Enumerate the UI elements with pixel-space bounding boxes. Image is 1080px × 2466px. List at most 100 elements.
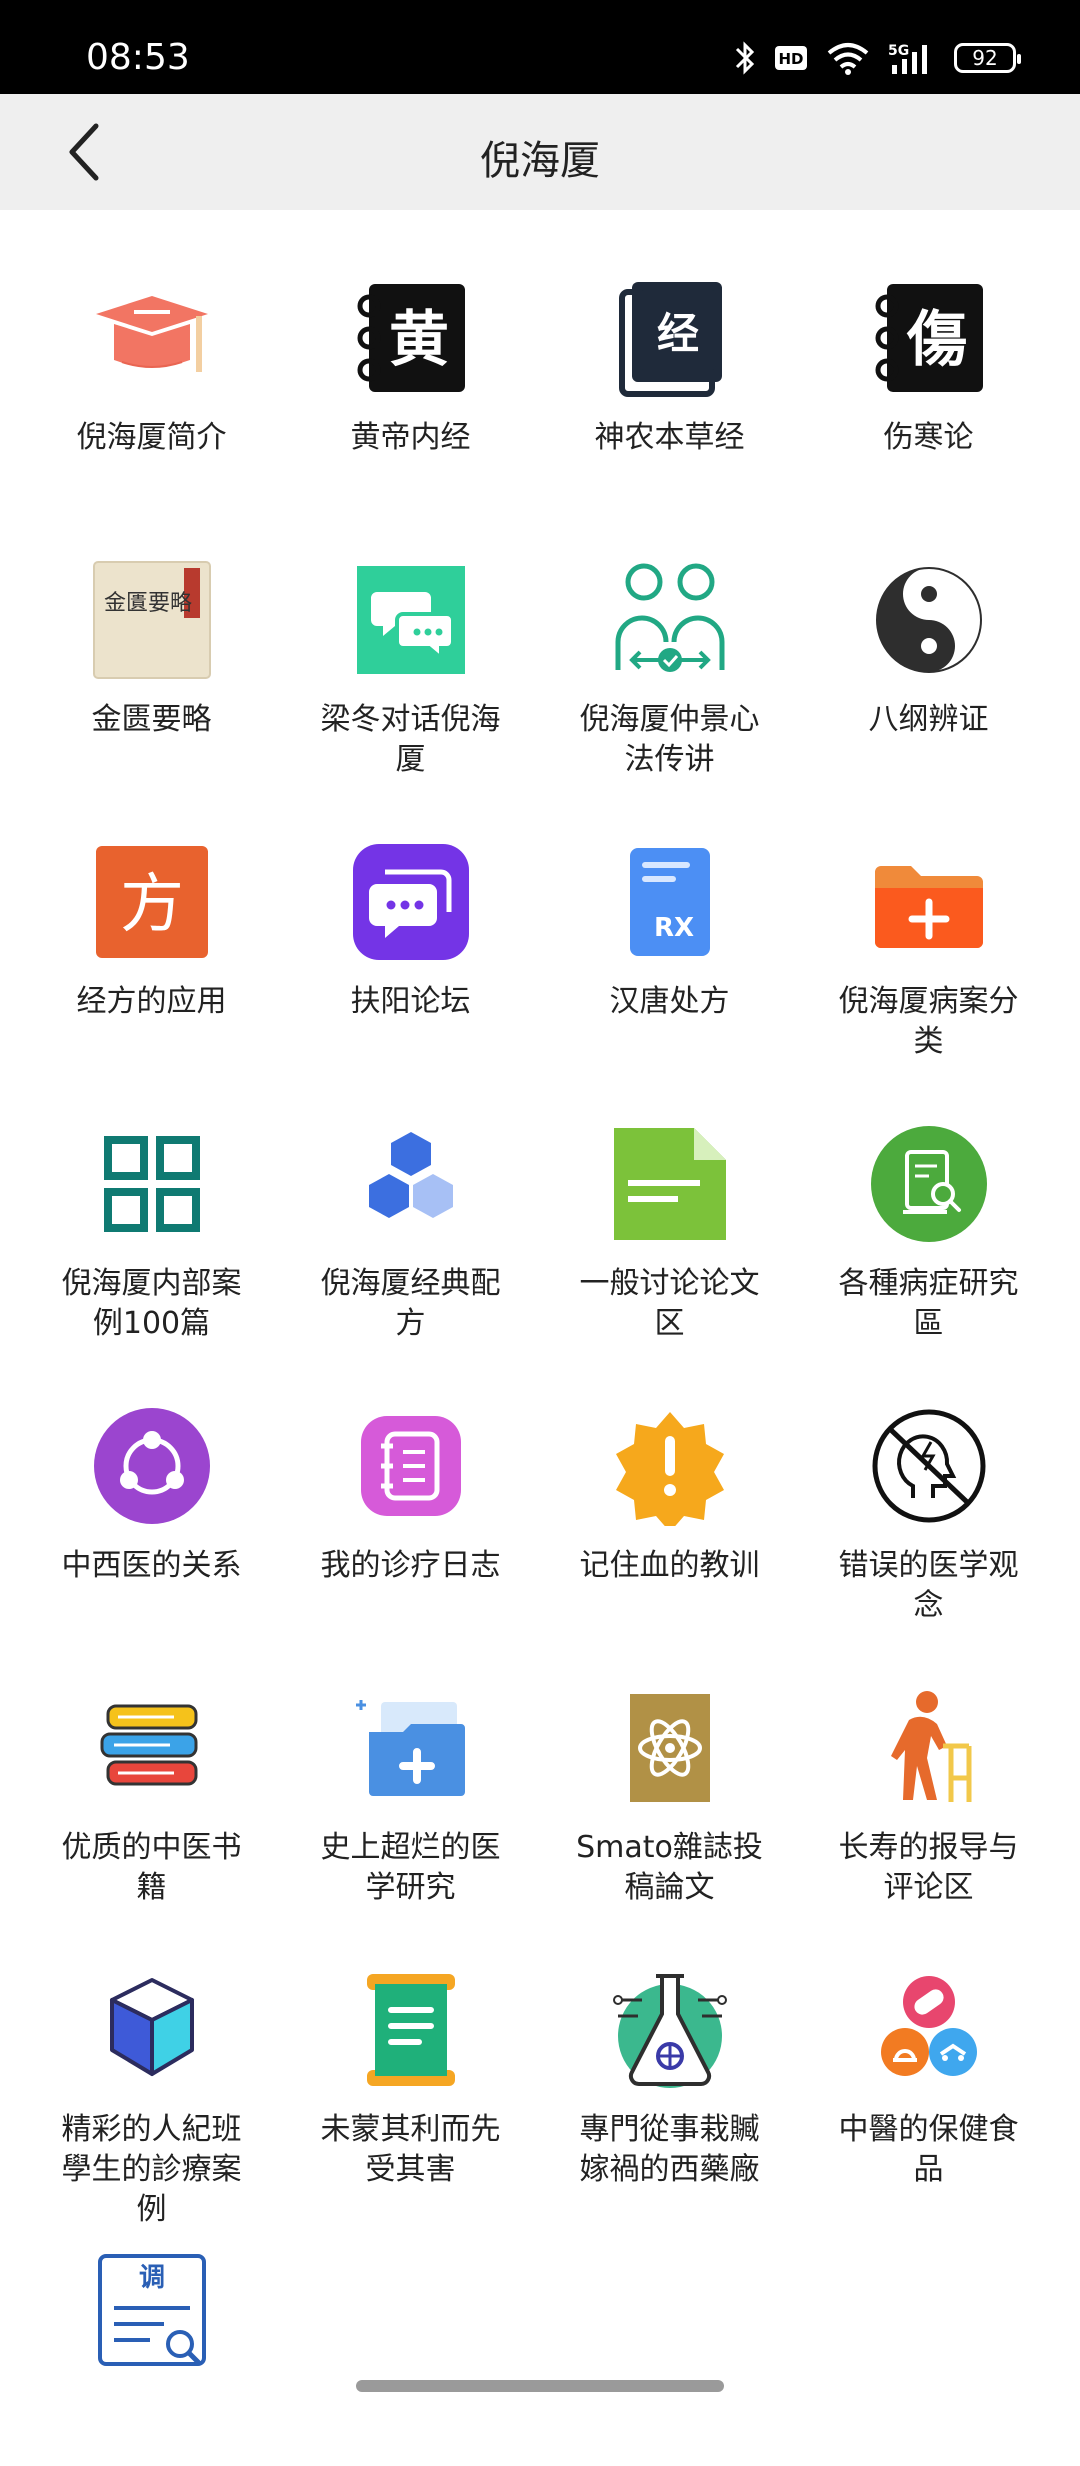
tile-hantang-prescription[interactable]: RX 汉唐处方: [540, 774, 799, 1056]
survey-search-icon: 调: [92, 2252, 212, 2372]
fang-character-icon: 方: [92, 842, 212, 962]
grid-squares-icon: [92, 1124, 212, 1244]
tile-label: 倪海厦简介: [76, 420, 227, 455]
warning-badge-icon: [610, 1406, 730, 1526]
atom-magazine-icon: [610, 1688, 730, 1808]
tile-label: 倪海厦仲景心法传讲: [579, 702, 760, 777]
home-indicator[interactable]: [356, 2380, 724, 2392]
tile-label: 史上超烂的医学研究: [320, 1830, 501, 1905]
tile-bagang-bianzheng[interactable]: 八纲辨证: [799, 492, 1058, 774]
status-bar: 08:53 HD 5G 92: [0, 0, 1080, 94]
status-time: 08:53: [86, 37, 190, 78]
yin-yang-icon: [869, 560, 989, 680]
svg-text:方: 方: [120, 868, 184, 942]
tile-label: 黄帝内经: [350, 420, 471, 455]
book-cover-icon: 金匱要略: [92, 560, 212, 680]
tile-blood-lessons[interactable]: 记住血的教训: [540, 1338, 799, 1620]
tile-zhongjing-xinfa[interactable]: 倪海厦仲景心法传讲: [540, 492, 799, 777]
hexagons-icon: [351, 1124, 471, 1244]
tile-huangdi-neijing[interactable]: 黄 黄帝内经: [281, 210, 540, 492]
tile-smato-papers[interactable]: Smato雜誌投稿論文: [540, 1620, 799, 1905]
svg-text:傷: 傷: [906, 305, 967, 375]
cube-icon: [92, 1970, 212, 2090]
tile-label: Smato雜誌投稿論文: [576, 1830, 763, 1905]
tile-introduction[interactable]: 倪海厦简介: [22, 210, 281, 492]
tile-tcm-health-food[interactable]: 中醫的保健食品: [799, 1902, 1058, 2187]
book-jing-icon: 经: [610, 278, 730, 398]
svg-text:金匱要略: 金匱要略: [103, 591, 191, 616]
tile-label: 金匮要略: [91, 702, 212, 737]
tile-label: 未蒙其利而先受其害: [320, 2112, 501, 2187]
scroll-icon: [351, 1970, 471, 2090]
tile-jingfang-application[interactable]: 方 经方的应用: [22, 774, 281, 1056]
tile-label: 错误的医学观念: [838, 1548, 1019, 1623]
tile-label: 八纲辨证: [868, 702, 989, 737]
tile-shanghan-lun[interactable]: 傷 伤寒论: [799, 210, 1058, 492]
tile-label: 长寿的报导与评论区: [838, 1830, 1019, 1905]
tile-label: 伤寒论: [883, 420, 974, 455]
no-thinking-icon: [869, 1406, 989, 1526]
tile-label: 倪海厦病案分类: [838, 984, 1019, 1059]
tile-case-classification[interactable]: 倪海厦病案分类: [799, 774, 1058, 1059]
tile-label: 倪海厦经典配方: [320, 1266, 501, 1341]
health-food-icon: [869, 1970, 989, 2090]
tile-label: 梁冬对话倪海厦: [320, 702, 501, 777]
tile-label: 扶阳论坛: [350, 984, 471, 1019]
5g-signal-icon: 5G: [888, 41, 936, 75]
tile-general-discussion[interactable]: 一般讨论论文区: [540, 1056, 799, 1341]
tile-fuyang-forum[interactable]: 扶阳论坛: [281, 774, 540, 1056]
tile-bad-medical-research[interactable]: 史上超烂的医学研究: [281, 1620, 540, 1905]
svg-text:5G: 5G: [888, 43, 909, 59]
tile-label: 记住血的教训: [579, 1548, 760, 1583]
graduation-cap-icon: [92, 278, 212, 398]
document-icon: [610, 1124, 730, 1244]
tile-renji-student-cases[interactable]: 精彩的人紀班學生的診療案例: [22, 1902, 281, 2227]
forum-icon: [351, 842, 471, 962]
share-circle-icon: [92, 1406, 212, 1526]
tile-longevity-reports[interactable]: 长寿的报导与评论区: [799, 1620, 1058, 1905]
tile-label: 各種病症研究區: [838, 1266, 1019, 1341]
tile-treatment-journal[interactable]: 我的诊疗日志: [281, 1338, 540, 1620]
elderly-walker-icon: [869, 1688, 989, 1808]
chat-bubbles-icon: [351, 560, 471, 680]
tile-internal-cases[interactable]: 倪海厦内部案例100篇: [22, 1056, 281, 1341]
tile-label: 專門從事栽贓嫁禍的西藥廠: [579, 2112, 760, 2187]
journal-icon: [351, 1406, 471, 1526]
tile-label: 一般讨论论文区: [579, 1266, 760, 1341]
status-icons: HD 5G 92: [734, 38, 1021, 78]
svg-text:黄: 黄: [389, 305, 449, 375]
book-stack-icon: [92, 1688, 212, 1808]
people-exchange-icon: [610, 560, 730, 680]
notebook-huang-icon: 黄: [351, 278, 471, 398]
tile-wrong-concepts[interactable]: 错误的医学观念: [799, 1338, 1058, 1623]
tile-survey[interactable]: 调: [22, 2184, 281, 2466]
tile-harm-before-benefit[interactable]: 未蒙其利而先受其害: [281, 1902, 540, 2187]
tile-label: 中西医的关系: [61, 1548, 242, 1583]
bluetooth-icon: [734, 40, 756, 76]
notebook-shang-icon: 傷: [869, 278, 989, 398]
tile-label: 优质的中医书籍: [61, 1830, 242, 1905]
tile-label: 经方的应用: [76, 984, 227, 1019]
tile-shennong-bencao[interactable]: 经 神农本草经: [540, 210, 799, 492]
tile-liangdong-dialogue[interactable]: 梁冬对话倪海厦: [281, 492, 540, 777]
tile-label: 神农本草经: [594, 420, 745, 455]
tile-label: 倪海厦内部案例100篇: [61, 1266, 242, 1341]
tile-classic-formulas[interactable]: 倪海厦经典配方: [281, 1056, 540, 1341]
tile-quality-tcm-books[interactable]: 优质的中医书籍: [22, 1620, 281, 1905]
svg-text:调: 调: [138, 2263, 164, 2293]
tile-chinese-western-relation[interactable]: 中西医的关系: [22, 1338, 281, 1620]
menu-grid: 倪海厦简介 黄 黄帝内经 经 神农本草经 傷 伤寒论 金匱要略 金匮要略 梁冬对…: [22, 210, 1058, 2466]
page-title: 倪海厦: [480, 138, 600, 184]
tile-disease-research[interactable]: 各種病症研究區: [799, 1056, 1058, 1341]
svg-text:经: 经: [656, 309, 698, 358]
medical-folder-icon: [351, 1688, 471, 1808]
svg-text:HD: HD: [778, 50, 803, 68]
tile-label: 汉唐处方: [609, 984, 730, 1019]
tile-pharma-frameups[interactable]: 專門從事栽贓嫁禍的西藥廠: [540, 1902, 799, 2187]
tile-jingui-yaolue[interactable]: 金匱要略 金匮要略: [22, 492, 281, 774]
book-search-icon: [869, 1124, 989, 1244]
battery-icon: 92: [954, 43, 1021, 73]
tile-label: 中醫的保健食品: [838, 2112, 1019, 2187]
folder-plus-icon: [869, 842, 989, 962]
hd-icon: HD: [774, 43, 808, 73]
